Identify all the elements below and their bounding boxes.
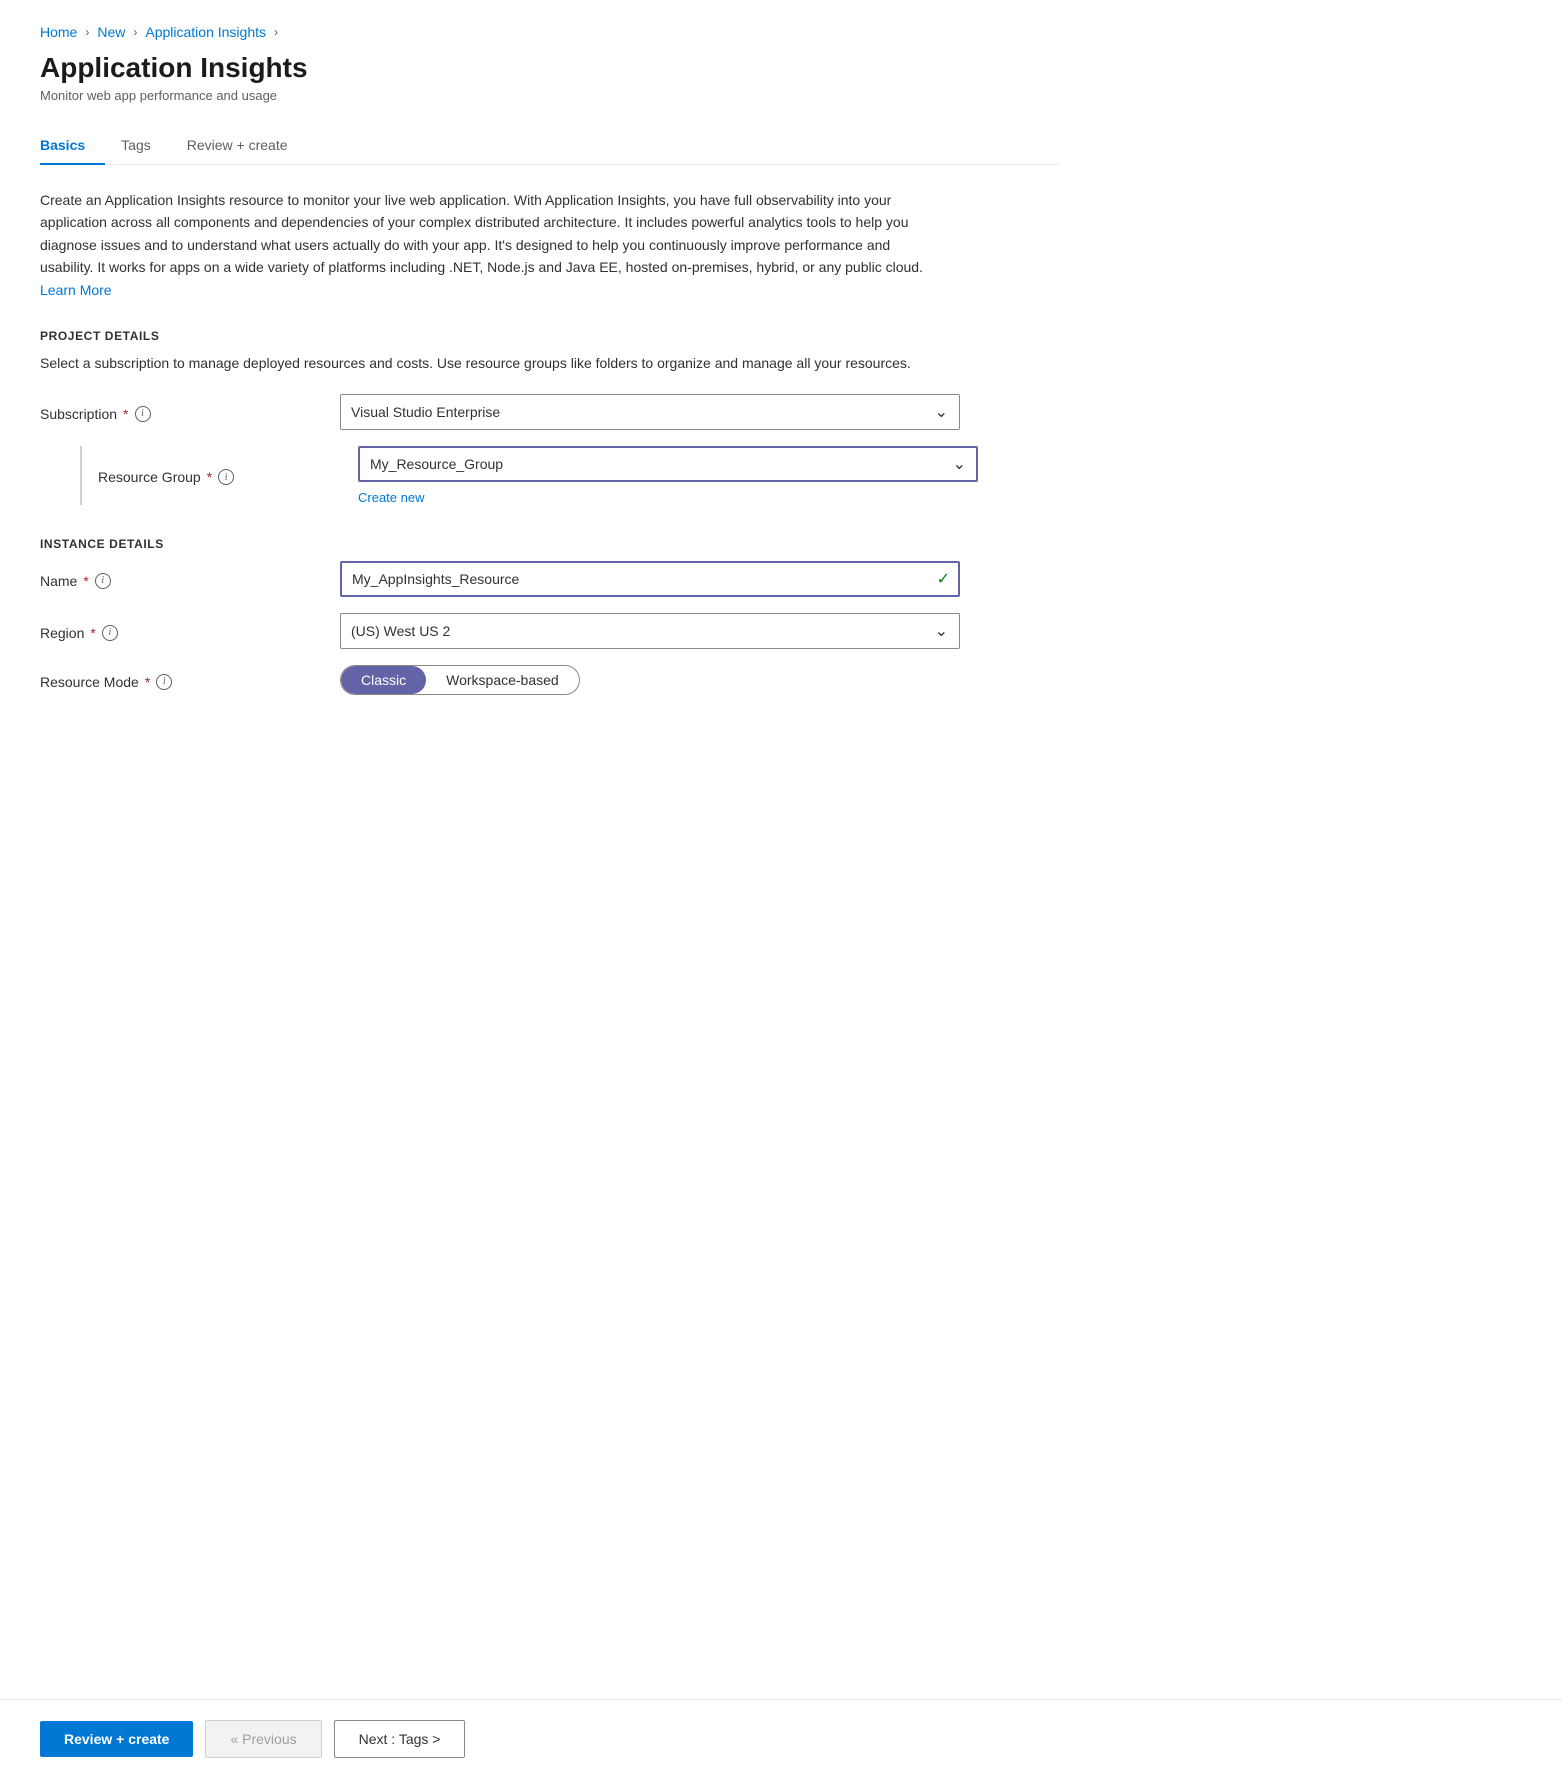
tab-basics[interactable]: Basics [40,127,105,165]
name-label-col: Name * i [40,569,340,589]
tab-tags[interactable]: Tags [121,127,171,165]
subscription-select[interactable]: Visual Studio Enterprise Pay-As-You-Go A… [340,394,960,430]
resource-mode-info-icon[interactable]: i [156,674,172,690]
subscription-label: Subscription [40,406,117,422]
resource-mode-label: Resource Mode [40,674,139,690]
project-details-title: PROJECT DETAILS [40,329,1060,343]
resource-mode-label-col: Resource Mode * i [40,670,340,690]
previous-button[interactable]: « Previous [205,1720,321,1758]
create-new-link[interactable]: Create new [358,490,978,505]
page-title: Application Insights [40,52,1060,84]
resource-group-control: My_Resource_Group Default-ResourceGroup … [358,446,978,505]
subscription-row: Subscription * i Visual Studio Enterpris… [40,394,1060,430]
name-required: * [83,573,88,589]
resource-mode-required: * [145,674,150,690]
region-row: Region * i (US) West US 2 (US) East US (… [40,613,1060,649]
footer-bar: Review + create « Previous Next : Tags > [0,1699,1562,1778]
project-details-section: PROJECT DETAILS Select a subscription to… [40,329,1060,505]
project-details-description: Select a subscription to manage deployed… [40,353,940,374]
description-text: Create an Application Insights resource … [40,189,940,301]
resource-group-select-wrapper: My_Resource_Group Default-ResourceGroup [358,446,978,482]
breadcrumb-home[interactable]: Home [40,24,77,40]
resource-group-info-icon[interactable]: i [218,469,234,485]
resource-mode-control: Classic Workspace-based [340,665,960,695]
subscription-info-icon[interactable]: i [135,406,151,422]
name-control: ✓ [340,561,960,597]
region-required: * [90,625,95,641]
subscription-required: * [123,406,128,422]
region-control: (US) West US 2 (US) East US (US) Central… [340,613,960,649]
instance-details-title: INSTANCE DETAILS [40,537,1060,551]
toggle-classic[interactable]: Classic [341,666,426,694]
resource-group-select[interactable]: My_Resource_Group Default-ResourceGroup [358,446,978,482]
subscription-label-col: Subscription * i [40,402,340,422]
indent-line [80,446,82,505]
breadcrumb-sep-2: › [133,25,137,39]
toggle-workspace-based[interactable]: Workspace-based [426,666,579,694]
region-select-wrapper: (US) West US 2 (US) East US (US) Central… [340,613,960,649]
name-input-wrapper: ✓ [340,561,960,597]
resource-group-required: * [207,469,212,485]
name-valid-icon: ✓ [937,569,950,589]
name-label: Name [40,573,77,589]
learn-more-link[interactable]: Learn More [40,282,112,298]
region-label-col: Region * i [40,621,340,641]
breadcrumb: Home › New › Application Insights › [40,24,1060,40]
tab-review-create[interactable]: Review + create [187,127,308,165]
region-select[interactable]: (US) West US 2 (US) East US (US) Central… [340,613,960,649]
breadcrumb-app-insights[interactable]: Application Insights [145,24,266,40]
tabs: Basics Tags Review + create [40,127,1060,165]
region-label: Region [40,625,84,641]
subscription-select-wrapper: Visual Studio Enterprise Pay-As-You-Go A… [340,394,960,430]
name-info-icon[interactable]: i [95,573,111,589]
resource-mode-toggle: Classic Workspace-based [340,665,580,695]
subscription-control: Visual Studio Enterprise Pay-As-You-Go A… [340,394,960,430]
resource-mode-row: Resource Mode * i Classic Workspace-base… [40,665,1060,695]
review-create-button[interactable]: Review + create [40,1721,193,1757]
resource-group-label-col: Resource Group * i [98,465,358,485]
name-row: Name * i ✓ [40,561,1060,597]
page-subtitle: Monitor web app performance and usage [40,88,1060,103]
region-info-icon[interactable]: i [102,625,118,641]
resource-group-row: Resource Group * i My_Resource_Group Def… [40,446,1060,505]
breadcrumb-sep-3: › [274,25,278,39]
next-button[interactable]: Next : Tags > [334,1720,466,1758]
name-input[interactable] [340,561,960,597]
instance-details-section: INSTANCE DETAILS Name * i ✓ Region * i [40,537,1060,695]
resource-group-label: Resource Group [98,469,201,485]
breadcrumb-sep-1: › [85,25,89,39]
breadcrumb-new[interactable]: New [97,24,125,40]
